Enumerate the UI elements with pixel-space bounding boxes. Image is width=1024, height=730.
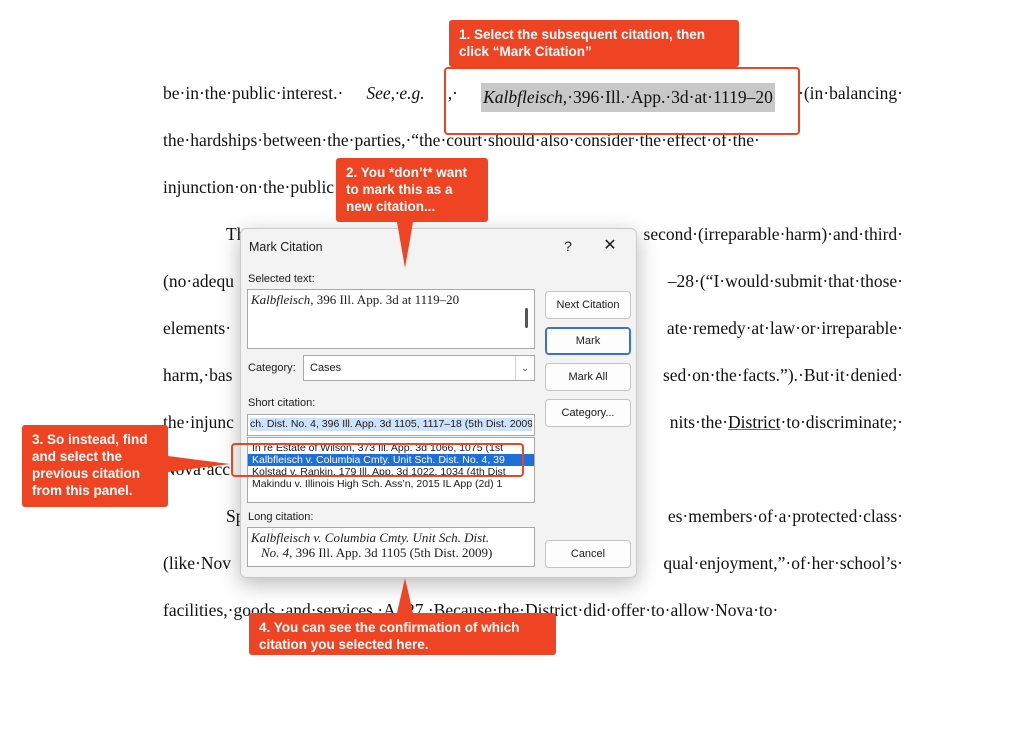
short-citation-input[interactable]: ch. Dist. No. 4, 396 Ill. App. 3d 1105, …	[247, 414, 535, 436]
arrow-step-2	[397, 222, 413, 268]
mark-button[interactable]: Mark	[545, 327, 631, 355]
chevron-down-icon[interactable]: ⌄	[515, 356, 534, 380]
callout-step-4: 4. You can see the confirmation of which…	[249, 613, 556, 655]
callout-step-2: 2. You *don’t* want to mark this as a ne…	[336, 158, 488, 222]
mark-all-button[interactable]: Mark All	[545, 363, 631, 391]
selected-text-box[interactable]: Kalbfleisch, 396 Ill. App. 3d at 1119–20	[247, 289, 535, 349]
highlight-box-citation	[444, 67, 800, 135]
arrow-step-4	[397, 578, 413, 613]
callout-step-3: 3. So instead, find and select the previ…	[22, 425, 168, 507]
selected-text-label: Selected text:	[248, 273, 315, 285]
highlight-box-list	[231, 443, 524, 477]
category-label: Category:	[248, 362, 296, 374]
doc-line-3: injunction·on·the·public	[163, 177, 335, 197]
category-button[interactable]: Category...	[545, 399, 631, 427]
dialog-title: Mark Citation	[249, 240, 323, 254]
long-citation-label: Long citation:	[248, 511, 314, 523]
list-item[interactable]: Makindu v. Illinois High Sch. Ass’n, 201…	[248, 478, 534, 490]
long-citation-box[interactable]: Kalbfleisch v. Columbia Cmty. Unit Sch. …	[247, 527, 535, 567]
arrow-step-3	[168, 456, 230, 472]
selected-text-scrollbar[interactable]	[525, 308, 528, 328]
category-select[interactable]: Cases ⌄	[303, 355, 535, 381]
next-citation-button[interactable]: Next Citation	[545, 291, 631, 319]
callout-step-1: 1. Select the subsequent citation, then …	[449, 20, 739, 67]
short-citation-label: Short citation:	[248, 397, 316, 409]
close-icon[interactable]: ✕	[599, 235, 621, 257]
cancel-button[interactable]: Cancel	[545, 540, 631, 568]
help-icon[interactable]: ?	[557, 235, 579, 257]
mark-citation-dialog: Mark Citation ? ✕ Selected text: Kalbfle…	[240, 228, 637, 578]
district-link[interactable]: District	[728, 412, 781, 432]
